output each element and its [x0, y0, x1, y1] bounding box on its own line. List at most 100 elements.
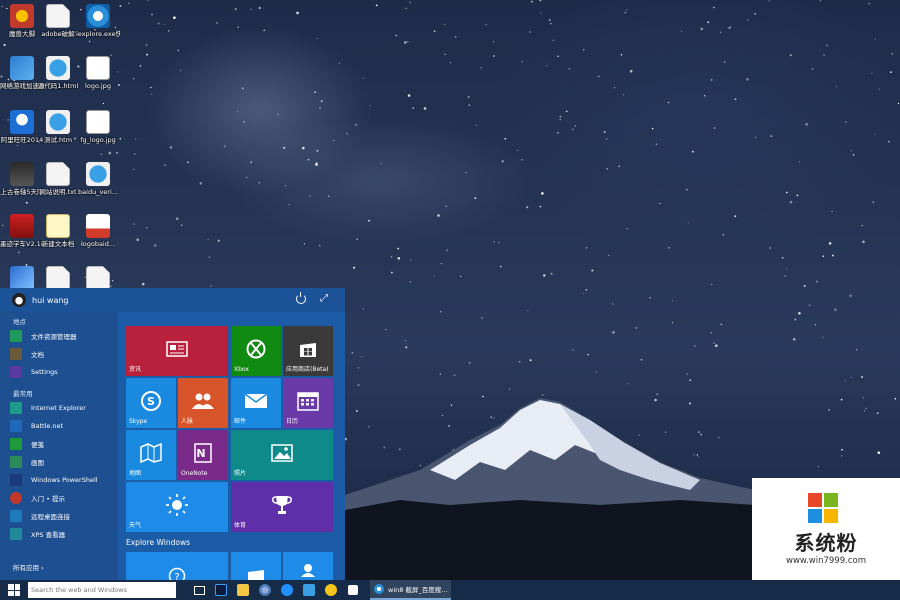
tile-mail[interactable]: 邮件 [231, 378, 281, 428]
menu-item-paint[interactable]: 画图 [10, 454, 114, 470]
maps-icon [140, 442, 162, 463]
user-name: hui wang [32, 295, 69, 305]
menu-item-xps-viewer[interactable]: XPS 查看器 [10, 526, 114, 542]
menu-item-remote-desktop[interactable]: 远程桌面连接 [10, 508, 114, 524]
photoshop-icon [215, 584, 227, 596]
taskbar-globe[interactable] [254, 580, 276, 600]
power-icon[interactable] [296, 292, 306, 304]
tips-icon [10, 492, 22, 504]
windows-icon [248, 570, 264, 580]
network-icon [10, 56, 34, 80]
svg-text:?: ? [174, 572, 179, 580]
menu-item-sticky-notes[interactable]: 便笺 [10, 436, 114, 452]
taskbar-store[interactable] [342, 580, 364, 600]
desktop-icon-source-html[interactable]: 源代码1.html [36, 56, 80, 90]
desktop-icon-label: logobaid... [80, 240, 116, 248]
tile-maps[interactable]: 地图 [126, 430, 176, 480]
support-person-icon [301, 564, 315, 577]
pen-icon [10, 266, 34, 290]
tile-store[interactable]: 应用商店(Beta) [283, 326, 333, 376]
ie-icon [86, 4, 110, 28]
desktop-icon-new-text[interactable]: 新建文本档 [36, 214, 80, 248]
penguin-icon [303, 584, 315, 596]
desktop-icon-fg-logo[interactable]: fg_logo.jpg [76, 110, 120, 144]
most-used-header: 最常用 [13, 390, 33, 398]
menu-item-powershell[interactable]: Windows PowerShell [10, 472, 114, 488]
taskbar-penguin[interactable] [298, 580, 320, 600]
tile-label: OneNote [181, 470, 208, 477]
tile-contact-support[interactable] [283, 552, 333, 580]
desktop-icon-site-txt[interactable]: 网站说明.txt [36, 162, 80, 196]
tile-photos[interactable]: 照片 [231, 430, 333, 480]
desktop-icon-label: 新建文本档 [41, 240, 75, 248]
onenote-icon: N [194, 442, 212, 463]
taskbar-active-ie-window[interactable]: win8 截屏_百度搜... [370, 580, 452, 600]
tile-news[interactable]: 资讯 [126, 326, 228, 376]
tile-onenote[interactable]: N OneNote [178, 430, 228, 480]
menu-item-label: 便笺 [31, 441, 44, 449]
start-button[interactable] [0, 580, 28, 600]
menu-item-file-explorer[interactable]: 文件资源管理器 [10, 328, 114, 344]
desktop-icon-label: baidu_veri... [78, 188, 118, 196]
tile-skype[interactable]: S Skype [126, 378, 176, 428]
taskbar-file-explorer[interactable] [232, 580, 254, 600]
taskbar-qq[interactable] [276, 580, 298, 600]
remote-desktop-icon [10, 510, 22, 522]
user-account-row[interactable]: hui wang [0, 288, 345, 312]
desktop-icon-label: 网站说明.txt [39, 188, 77, 196]
tile-windows-feedback[interactable] [231, 552, 281, 580]
tile-label: Xbox [234, 366, 249, 373]
desktop-icon-logobaidu[interactable]: logobaid... [76, 214, 120, 248]
desktop-icon-label: logo.jpg [85, 82, 111, 90]
search-input[interactable] [28, 582, 176, 598]
gear-icon [10, 366, 22, 378]
desktop-icon-test-htm[interactable]: 测试.htm [36, 110, 80, 144]
tile-label: 应用商店(Beta) [286, 366, 329, 373]
expand-icon[interactable]: ⤢ [320, 294, 330, 304]
desktop-icon-baidu-verify[interactable]: baidu_veri... [76, 162, 120, 196]
store-icon [300, 342, 316, 357]
tile-weather[interactable]: 天气 [126, 482, 228, 532]
tile-xbox[interactable]: Xbox [231, 326, 281, 376]
desktop-icon-logo-jpg[interactable]: logo.jpg [76, 56, 120, 90]
tile-calendar[interactable]: 日历 [283, 378, 333, 428]
news-icon [166, 340, 188, 357]
xbox-icon [246, 339, 266, 358]
tile-people[interactable]: 人脉 [178, 378, 228, 428]
tile-label: Skype [129, 418, 148, 425]
baidu-icon [86, 214, 110, 238]
menu-item-internet-explorer[interactable]: Internet Explorer [10, 400, 114, 416]
desktop-icon-adobe[interactable]: adobe破解 [36, 4, 80, 38]
windows-flag-icon [808, 492, 838, 523]
powershell-icon [10, 474, 22, 486]
document-icon [46, 266, 70, 290]
menu-item-settings[interactable]: Settings [10, 364, 114, 380]
svg-text:N: N [196, 447, 205, 460]
explore-windows-header: Explore Windows [126, 538, 191, 547]
skyrim-icon [10, 162, 34, 186]
tile-sports[interactable]: 体育 [231, 482, 333, 532]
all-apps-link[interactable]: 所有应用 › [13, 562, 44, 572]
menu-item-documents[interactable]: 文档 [10, 346, 114, 362]
desktop-icon-iexplore[interactable]: iexplore.exe快捷方式 [76, 4, 120, 38]
tile-get-started[interactable]: ? [126, 552, 228, 580]
task-view-button[interactable] [188, 580, 210, 600]
taskbar-photoshop[interactable] [210, 580, 232, 600]
places-header: 地点 [13, 318, 26, 326]
penguin-icon [10, 110, 34, 134]
calendar-icon [297, 391, 319, 411]
menu-item-label: 远程桌面连接 [31, 513, 70, 521]
qq-icon [281, 584, 293, 596]
weather-icon [166, 493, 188, 516]
menu-item-tips[interactable]: 入门 • 提示 [10, 490, 114, 506]
menu-item-label: 入门 • 提示 [31, 495, 65, 503]
menu-item-label: 画图 [31, 459, 44, 467]
help-icon: ? [168, 567, 186, 580]
taskbar-smiley[interactable] [320, 580, 342, 600]
menu-item-battlenet[interactable]: Battle.net [10, 418, 114, 434]
menu-item-label: XPS 查看器 [31, 531, 66, 539]
taskbar-window-title: win8 截屏_百度搜... [388, 586, 448, 594]
sticky-notes-icon [10, 438, 22, 450]
svg-text:S: S [147, 395, 155, 408]
folder-icon [10, 330, 22, 342]
